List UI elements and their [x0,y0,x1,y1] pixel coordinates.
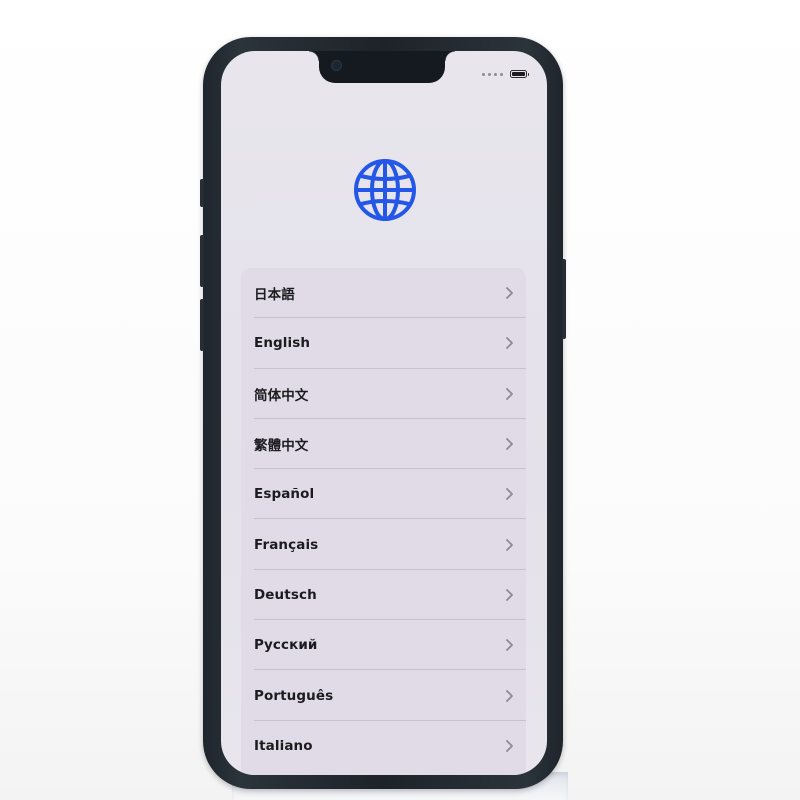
signal-dots-icon [482,72,503,76]
language-item-traditional-chinese[interactable]: 繁體中文 [241,419,526,470]
language-item-japanese[interactable]: 日本語 [241,268,526,319]
action-switch [200,179,204,207]
language-item-italian[interactable]: Italiano [241,721,526,771]
language-item-english[interactable]: English [241,318,526,369]
product-photo-scene: 日本語 English 简体中文 繁體中文 Español Français D… [0,0,800,800]
chevron-right-icon [506,589,513,601]
language-label: Italiano [254,737,313,754]
chevron-right-icon [506,639,513,652]
battery-full-icon [510,70,529,78]
chevron-right-icon [506,689,513,702]
language-label: 繁體中文 [254,438,309,455]
language-item-russian[interactable]: Русский [241,620,526,671]
language-label: 简体中文 [254,387,309,404]
language-item-portuguese[interactable]: Português [241,670,526,721]
chevron-right-icon [506,387,513,400]
volume-down-button [200,299,204,351]
camera-notch [309,51,455,83]
chevron-right-icon [506,739,513,752]
chevron-right-icon [506,538,513,551]
chevron-right-icon [506,337,513,350]
phone-device: 日本語 English 简体中文 繁體中文 Español Français D… [200,37,566,789]
language-list: 日本語 English 简体中文 繁體中文 Español Français D… [241,268,526,775]
language-label: 日本語 [254,287,295,304]
language-label: English [254,335,311,352]
power-button [562,259,566,339]
language-label: Español [254,486,315,503]
chevron-right-icon [506,438,513,450]
language-item-spanish[interactable]: Español [241,469,526,520]
globe-icon [354,159,416,221]
chevron-right-icon [506,488,513,501]
language-label: Русский [254,637,318,654]
language-label: Français [254,536,319,553]
language-item-german[interactable]: Deutsch [241,570,526,621]
phone-screen: 日本語 English 简体中文 繁體中文 Español Français D… [221,51,547,775]
language-item-french[interactable]: Français [241,519,526,570]
language-label: Português [254,687,334,704]
status-bar [482,70,529,78]
chevron-right-icon [506,287,513,300]
language-label: Deutsch [254,586,317,603]
language-item-simplified-chinese[interactable]: 简体中文 [241,369,526,419]
volume-up-button [200,235,204,287]
front-camera-icon [331,60,342,71]
